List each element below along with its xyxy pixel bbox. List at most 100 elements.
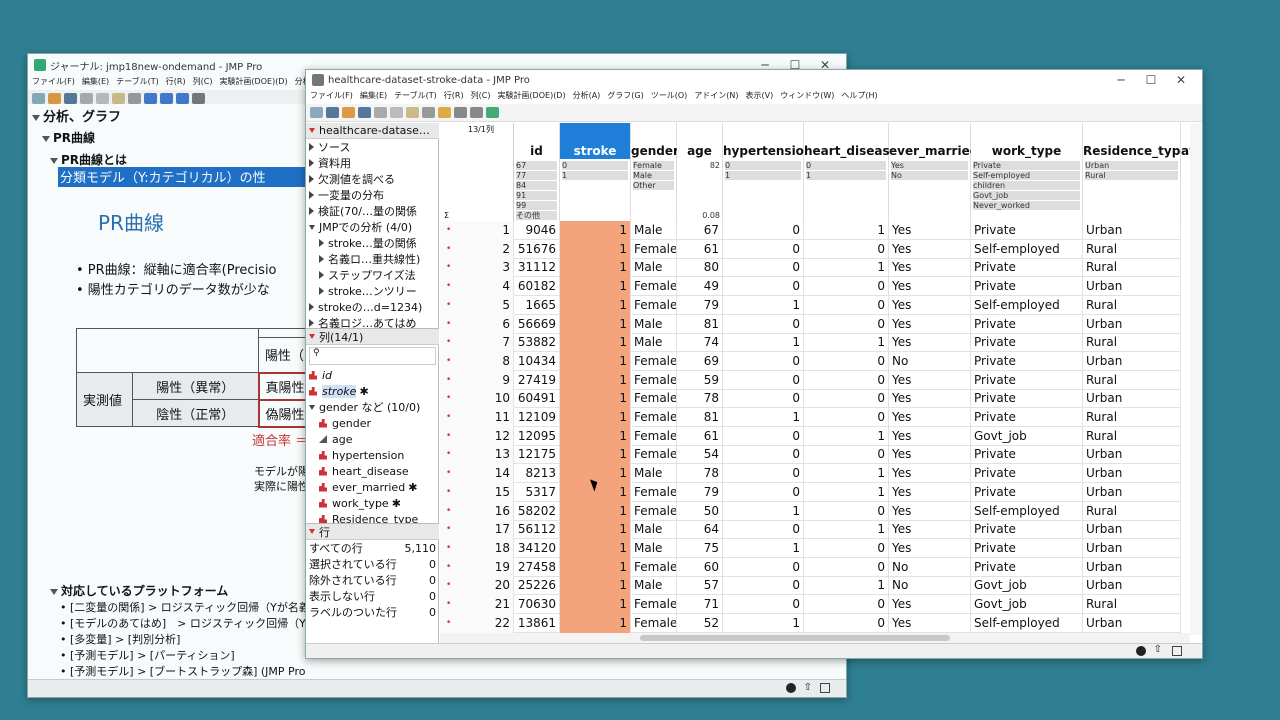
column-header[interactable]: id 67 77 84 91 99 その他 [514, 123, 560, 221]
table-cell[interactable]: Female [631, 277, 677, 297]
menu-item[interactable]: 列(C) [471, 90, 491, 104]
table-cell[interactable]: 79 [677, 482, 723, 502]
table-cell[interactable]: 57 [677, 576, 723, 596]
column-list-item[interactable]: gender など (10/0) [309, 399, 439, 415]
table-cell[interactable]: 56112 [514, 520, 560, 540]
run-script-icon[interactable] [319, 271, 324, 279]
run-script-icon[interactable] [319, 239, 324, 247]
table-cell[interactable]: Female [631, 445, 677, 465]
column-list-item[interactable]: hypertension [309, 447, 439, 463]
table-cell[interactable]: Female [631, 351, 677, 371]
table-row[interactable]: • 18 34120 1 Male 75 1 0 Yes Private Urban [440, 538, 1181, 558]
table-cell[interactable]: 0 [723, 221, 804, 240]
menu-item[interactable]: ファイル(F) [32, 76, 75, 90]
table-cell[interactable]: Yes [889, 520, 971, 540]
table-cell[interactable]: 0 [723, 314, 804, 334]
menu-item[interactable]: 行(R) [166, 76, 186, 90]
table-cell[interactable]: Female [631, 426, 677, 446]
red-triangle-icon[interactable] [309, 529, 315, 534]
menu-item[interactable]: 行(R) [444, 90, 464, 104]
table-cell[interactable]: Private [971, 538, 1083, 558]
table-cell[interactable]: Rural [1083, 258, 1181, 278]
menu-item[interactable]: ツール(O) [651, 90, 688, 104]
table-cell[interactable]: 81 [677, 408, 723, 427]
table-cell[interactable]: Rural [1083, 370, 1181, 390]
menu-item[interactable]: 編集(E) [360, 90, 387, 104]
table-cell[interactable]: 74 [677, 333, 723, 353]
column-list-item[interactable]: Residence_type [309, 511, 439, 523]
table-cell[interactable]: 1 [723, 538, 804, 558]
run-script-icon[interactable] [309, 143, 314, 151]
table-cell[interactable]: 0 [723, 258, 804, 278]
table-cell[interactable]: Yes [889, 595, 971, 614]
row-state-item[interactable]: 表示しない行 0 [306, 588, 439, 604]
table-cell[interactable]: 0 [723, 389, 804, 409]
table-cell[interactable]: Yes [889, 389, 971, 409]
table-cell[interactable]: 9046 [514, 221, 560, 240]
open-icon[interactable] [48, 93, 61, 104]
table-row[interactable]: • 12 12095 1 Female 61 0 1 Yes Govt_job Rural [440, 426, 1181, 446]
table-cell[interactable]: 81 [677, 314, 723, 334]
table-cell[interactable]: 61 [677, 239, 723, 259]
grid-icon[interactable] [454, 107, 467, 118]
table-cell[interactable]: 60182 [514, 277, 560, 297]
table-cell[interactable]: 0 [804, 613, 889, 633]
datatable-window[interactable]: healthcare-dataset-stroke-data - JMP Pro… [305, 69, 1203, 659]
table-cell[interactable]: No [889, 576, 971, 596]
table-row[interactable]: • 8 10434 1 Female 69 0 0 No Private Urban [440, 351, 1181, 371]
table-cell[interactable]: 0 [723, 370, 804, 390]
table-cell[interactable]: Male [631, 221, 677, 240]
table-cell[interactable]: 1 [560, 239, 631, 259]
column-list-item[interactable]: heart_disease [309, 463, 439, 479]
table-cell[interactable]: 80 [677, 258, 723, 278]
table-cell[interactable]: 0 [723, 239, 804, 259]
table-cell[interactable]: Male [631, 538, 677, 558]
up-arrow-icon[interactable]: ⇧ [804, 682, 812, 693]
table-script-item[interactable]: ソース [309, 139, 439, 155]
menu-item[interactable]: ヘルプ(H) [841, 90, 877, 104]
chart-icon[interactable] [486, 107, 499, 118]
table-script-item[interactable]: 欠測値を調べる [309, 171, 439, 187]
column-list-item[interactable]: ever_married ✱ [309, 479, 439, 495]
table-cell[interactable]: Private [971, 314, 1083, 334]
run-script-icon[interactable] [309, 207, 314, 215]
table-cell[interactable]: 0 [723, 520, 804, 540]
section-analysis[interactable]: 分析、グラフ [32, 106, 121, 125]
table-cell[interactable]: 1 [804, 333, 889, 353]
table-row[interactable]: • 10 60491 1 Female 78 0 0 Yes Private Urban [440, 389, 1181, 409]
table-cell[interactable]: Urban [1083, 445, 1181, 465]
table-cell[interactable]: 52 [677, 613, 723, 633]
table-cell[interactable]: No [889, 557, 971, 577]
table-cell[interactable]: Private [971, 333, 1083, 353]
table-cell[interactable]: Male [631, 333, 677, 353]
open-icon[interactable] [342, 107, 355, 118]
table-cell[interactable]: 0 [723, 595, 804, 614]
save-icon[interactable] [358, 107, 371, 118]
table-cell[interactable]: Private [971, 520, 1083, 540]
table-cell[interactable]: 1 [560, 221, 631, 240]
table-cell[interactable]: Rural [1083, 408, 1181, 427]
table-cell[interactable]: 1 [560, 426, 631, 446]
row-number[interactable]: • 5 [440, 295, 514, 315]
table-cell[interactable]: 70630 [514, 595, 560, 614]
table-cell[interactable]: Yes [889, 613, 971, 633]
save-icon[interactable] [64, 93, 77, 104]
table-cell[interactable]: 56669 [514, 314, 560, 334]
row-state-item[interactable]: すべての行 5,110 [306, 540, 439, 556]
table-cell[interactable]: 0 [804, 501, 889, 521]
table-cell[interactable]: 1 [723, 613, 804, 633]
table-cell[interactable]: Rural [1083, 595, 1181, 614]
table-cell[interactable]: Yes [889, 295, 971, 315]
section-pr-intro[interactable]: PR曲線とは [50, 151, 127, 168]
column-list-item[interactable]: id [309, 367, 439, 383]
table-cell[interactable]: 1 [804, 258, 889, 278]
red-triangle-icon[interactable] [309, 334, 315, 339]
table-cell[interactable]: 53882 [514, 333, 560, 353]
table-cell[interactable]: Female [631, 295, 677, 315]
column-header[interactable]: gender Female Male Other [631, 123, 679, 221]
table-tool-icon[interactable] [438, 107, 451, 118]
table-row[interactable]: • 1 9046 1 Male 67 0 1 Yes Private Urban [440, 221, 1181, 240]
row-number[interactable]: • 16 [440, 501, 514, 521]
new-icon[interactable] [32, 93, 45, 104]
menu-item[interactable]: アドイン(N) [694, 90, 738, 104]
